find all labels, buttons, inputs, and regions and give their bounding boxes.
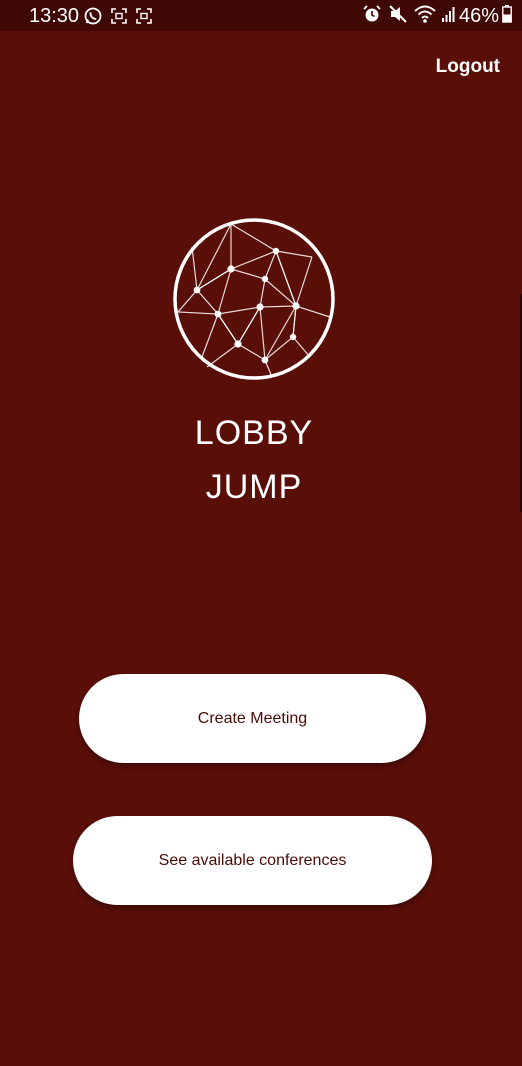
alarm-icon bbox=[362, 4, 382, 29]
app-title-line2: JUMP bbox=[205, 468, 303, 506]
battery-icon bbox=[502, 4, 512, 28]
screenshot-icon bbox=[136, 8, 152, 24]
status-left-icons bbox=[84, 6, 152, 26]
signal-icon bbox=[441, 5, 455, 28]
status-time: 13:30 bbox=[29, 5, 80, 27]
network-globe-icon bbox=[172, 217, 336, 381]
screenshot-icon bbox=[111, 8, 127, 24]
status-right: 46% bbox=[362, 4, 512, 28]
status-bar: 13:30 46% bbox=[0, 0, 522, 31]
see-conferences-button[interactable]: See available conferences bbox=[73, 816, 432, 905]
logout-button[interactable]: Logout bbox=[436, 56, 500, 78]
battery-percent: 46% bbox=[458, 4, 499, 27]
whatsapp-icon bbox=[84, 7, 102, 25]
app-title-line1: LOBBY bbox=[194, 414, 314, 452]
mute-icon bbox=[388, 4, 408, 29]
create-meeting-button[interactable]: Create Meeting bbox=[79, 674, 426, 763]
wifi-icon bbox=[414, 4, 436, 29]
